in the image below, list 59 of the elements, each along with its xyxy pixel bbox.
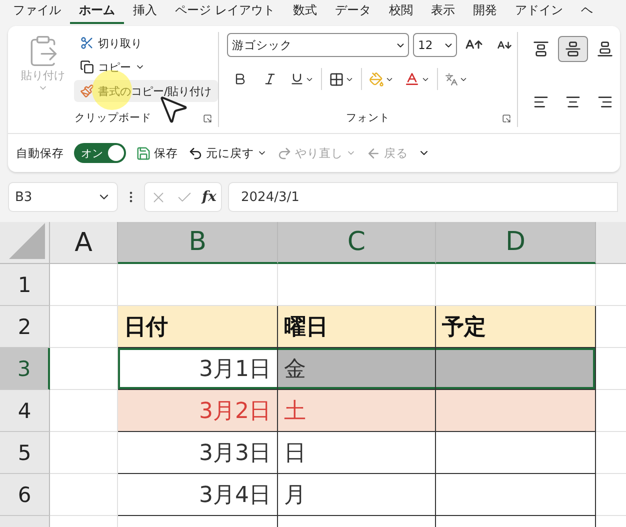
scissors-icon <box>80 36 94 50</box>
row-header[interactable]: 4 <box>0 390 50 432</box>
column-header[interactable]: A <box>50 222 118 264</box>
row-header[interactable]: 1 <box>0 264 50 306</box>
table-cell[interactable]: 3月1日 <box>118 348 278 390</box>
table-cell[interactable]: 月 <box>278 474 436 516</box>
table-cell[interactable]: 3月3日 <box>118 432 278 474</box>
ribbon-tab[interactable]: ホーム <box>70 0 124 24</box>
row-header[interactable]: 2 <box>0 306 50 348</box>
column-header[interactable]: B <box>118 222 278 264</box>
formula-field[interactable]: 2024/3/1 <box>228 182 618 212</box>
autosave-toggle[interactable]: オン <box>74 143 126 163</box>
table-cell[interactable] <box>436 390 596 432</box>
table-cell[interactable] <box>436 348 596 390</box>
ribbon-tab[interactable]: 数式 <box>284 0 326 24</box>
undo-button[interactable]: 元に戻す <box>188 146 267 160</box>
save-button[interactable]: 保存 <box>136 146 178 160</box>
table-cell[interactable]: 金 <box>278 348 436 390</box>
row-header[interactable]: 3 <box>0 348 50 390</box>
font-size-dropdown[interactable]: 12 <box>413 33 457 57</box>
ribbon-tab[interactable]: ヘ <box>572 0 602 24</box>
copy-button[interactable]: コピー <box>74 56 218 78</box>
ribbon-tab[interactable]: アドイン <box>506 0 572 24</box>
save-icon <box>136 146 151 160</box>
ribbon-tab[interactable]: 表示 <box>422 0 464 24</box>
ribbon-tab[interactable]: ページ レイアウト <box>166 0 284 24</box>
insert-function-button[interactable]: fx <box>202 189 216 205</box>
table-cell[interactable]: 日付 <box>118 306 278 348</box>
ribbon-tab[interactable]: 挿入 <box>124 0 166 24</box>
group-label: クリップボード <box>74 111 152 125</box>
table-cell[interactable]: 日 <box>278 432 436 474</box>
cursor-highlight <box>92 70 132 110</box>
format-painter-button[interactable]: 書式のコピー/貼り付け <box>74 80 218 102</box>
cut-button[interactable]: 切り取り <box>74 32 218 54</box>
table-cell[interactable] <box>436 432 596 474</box>
ribbon-tab[interactable]: 校閲 <box>380 0 422 24</box>
name-box[interactable]: B3 <box>8 182 118 212</box>
ribbon-tab[interactable]: 開発 <box>464 0 506 24</box>
ribbon-tab[interactable]: データ <box>326 0 380 24</box>
dialog-launcher-icon[interactable] <box>203 114 212 123</box>
font-name-dropdown[interactable]: 游ゴシック <box>227 33 409 57</box>
paintbrush-icon <box>80 84 94 98</box>
row-header[interactable]: 6 <box>0 474 50 516</box>
copy-icon <box>80 60 94 74</box>
table-cell[interactable]: 予定 <box>436 306 596 348</box>
group-label: フォント <box>346 111 390 125</box>
column-header[interactable]: C <box>278 222 436 264</box>
dialog-launcher-icon[interactable] <box>502 114 511 123</box>
undo-icon <box>188 146 203 160</box>
ribbon-tab[interactable]: ファイル <box>4 0 70 24</box>
row-header[interactable]: 5 <box>0 432 50 474</box>
redo-icon <box>277 146 292 160</box>
column-header[interactable]: D <box>436 222 596 264</box>
autosave-label: 自動保存 <box>16 146 64 160</box>
align-icon[interactable] <box>558 36 588 62</box>
table-cell[interactable]: 曜日 <box>278 306 436 348</box>
table-cell[interactable] <box>436 474 596 516</box>
select-all-corner[interactable] <box>0 222 50 264</box>
table-cell[interactable]: 3月4日 <box>118 474 278 516</box>
